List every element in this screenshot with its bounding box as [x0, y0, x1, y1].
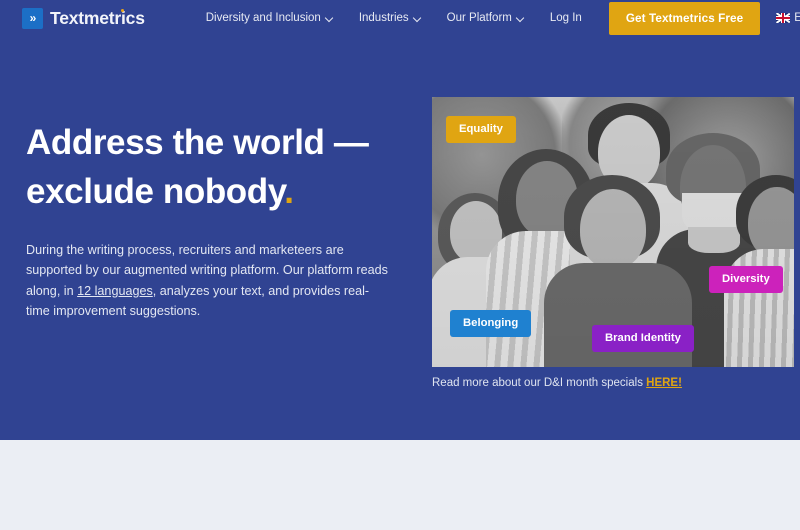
nav-item-industries[interactable]: Industries: [346, 12, 434, 24]
brand-accent-dot: [121, 8, 125, 12]
nav-item-label: Log In: [549, 12, 582, 24]
hero-text-block: Address the world — exclude nobody. Duri…: [26, 118, 406, 322]
read-more-link[interactable]: HERE!: [646, 377, 682, 389]
brand-name-text: Textmetrics: [50, 7, 145, 28]
page-root: » Textmetrics Diversity and Inclusion In…: [0, 0, 800, 530]
tag-belonging: Belonging: [450, 310, 532, 338]
brand-name: Textmetrics: [50, 8, 145, 29]
nav-items: Diversity and Inclusion Industries Our P…: [193, 1, 800, 35]
chevron-down-icon: [517, 15, 524, 22]
get-textmetrics-free-button[interactable]: Get Textmetrics Free: [608, 1, 761, 35]
nav-item-label: Diversity and Inclusion: [205, 12, 321, 24]
headline-accent-period: .: [284, 172, 294, 211]
nav-item-label: Our Platform: [446, 12, 512, 24]
uk-flag-icon: [776, 13, 791, 23]
chevron-down-icon: [414, 15, 421, 22]
lower-section: Make every word count: [0, 440, 800, 530]
headline-line-2: exclude nobody: [26, 172, 285, 211]
diverse-group-photo: Equality Diversity Belonging Brand Ident…: [432, 97, 794, 367]
language-label: EN: [794, 12, 800, 24]
tag-diversity: Diversity: [709, 266, 783, 294]
chevron-down-icon: [326, 15, 333, 22]
hero-paragraph: During the writing process, recruiters a…: [26, 240, 391, 322]
double-chevron-right-icon: »: [22, 7, 43, 29]
page-title: Address the world — exclude nobody.: [26, 118, 406, 216]
brand-logo[interactable]: » Textmetrics: [22, 7, 145, 29]
language-selector[interactable]: EN: [776, 12, 800, 24]
nav-item-label: Industries: [358, 12, 409, 24]
headline-line-1: Address the world —: [26, 123, 369, 162]
tag-brand-identity: Brand Identity: [592, 325, 694, 353]
tag-equality: Equality: [446, 116, 516, 144]
read-more-text: Read more about our D&I month specials: [432, 377, 647, 389]
hero-media-block: Equality Diversity Belonging Brand Ident…: [432, 97, 794, 391]
nav-item-our-platform[interactable]: Our Platform: [434, 12, 537, 24]
navbar: » Textmetrics Diversity and Inclusion In…: [0, 0, 800, 36]
nav-item-log-in[interactable]: Log In: [537, 12, 595, 24]
nav-item-diversity-and-inclusion[interactable]: Diversity and Inclusion: [193, 12, 346, 24]
read-more-line: Read more about our D&I month specials H…: [432, 377, 794, 391]
languages-link[interactable]: 12 languages: [77, 284, 153, 298]
